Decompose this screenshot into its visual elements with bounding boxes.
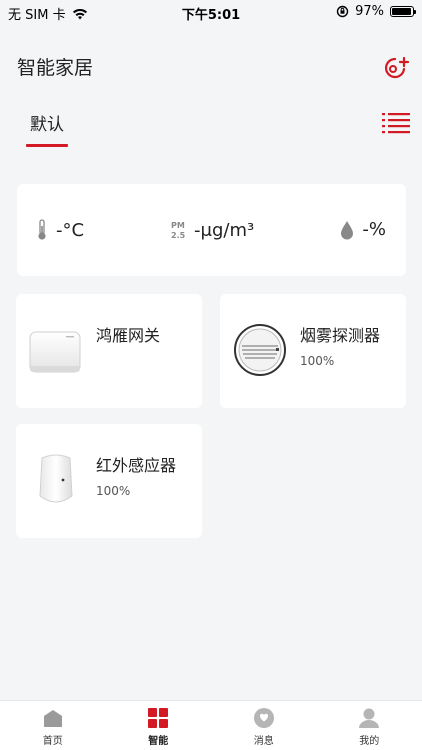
- tabbar-label: 首页: [42, 736, 63, 747]
- tabbar-label: 我的: [359, 736, 380, 747]
- device-status: 100%: [96, 484, 131, 498]
- room-tabs: 默认: [26, 108, 410, 147]
- device-card-gateway[interactable]: 鸿雁网关: [16, 294, 202, 408]
- svg-text:PM: PM: [171, 221, 185, 230]
- battery-icon: [390, 6, 416, 17]
- device-card-infrared-sensor[interactable]: 红外感应器 100%: [16, 424, 202, 538]
- humidity-value: -%: [362, 219, 386, 240]
- temperature-value: -°C: [56, 219, 85, 241]
- humidity-reading: -%: [340, 219, 386, 240]
- gateway-device-image: [29, 331, 81, 373]
- message-icon: [253, 708, 274, 728]
- device-name: 红外感应器: [96, 456, 177, 475]
- add-home-icon[interactable]: [380, 54, 410, 84]
- list-menu-icon[interactable]: [382, 110, 410, 136]
- smart-grid-icon: [148, 708, 169, 728]
- tabbar-label: 消息: [253, 736, 274, 747]
- svg-text:2.5: 2.5: [171, 231, 186, 240]
- environment-card: -°C PM 2.5 -μg/m³ -%: [17, 184, 406, 276]
- status-right: 97%: [336, 4, 416, 19]
- pm25-value: -μg/m³: [194, 219, 255, 241]
- pm25-reading: PM 2.5 -μg/m³: [170, 219, 254, 241]
- tabbar-item-smart[interactable]: 智能: [106, 701, 212, 750]
- status-bar: 无 SIM 卡 下午5:01 97%: [0, 0, 422, 24]
- tabbar-item-home[interactable]: 首页: [0, 701, 106, 750]
- device-card-smoke-detector[interactable]: 烟雾探测器 100%: [220, 294, 406, 408]
- infrared-sensor-image: [39, 454, 73, 503]
- profile-icon: [359, 708, 380, 728]
- bottom-tab-bar: 首页 智能 消息 我的: [0, 700, 422, 750]
- device-status: 100%: [300, 354, 335, 368]
- device-name: 烟雾探测器: [300, 326, 381, 345]
- water-drop-icon: [341, 220, 354, 239]
- pm25-icon: PM 2.5: [171, 221, 186, 240]
- home-icon: [43, 710, 62, 727]
- tabbar-item-messages[interactable]: 消息: [211, 701, 317, 750]
- tab-default[interactable]: 默认: [26, 108, 68, 147]
- thermometer-icon: [38, 219, 46, 240]
- temperature-reading: -°C: [36, 219, 84, 241]
- smoke-detector-image: [234, 324, 286, 376]
- tab-default-label: 默认: [30, 115, 64, 135]
- page-header: 智能家居: [17, 50, 410, 86]
- battery-percent: 97%: [355, 4, 384, 19]
- tabbar-item-profile[interactable]: 我的: [317, 701, 422, 750]
- tabbar-label: 智能: [148, 736, 169, 747]
- page-title: 智能家居: [17, 57, 94, 79]
- device-name: 鸿雁网关: [96, 326, 161, 345]
- tab-active-indicator: [26, 144, 68, 147]
- orientation-lock-icon: [336, 5, 349, 18]
